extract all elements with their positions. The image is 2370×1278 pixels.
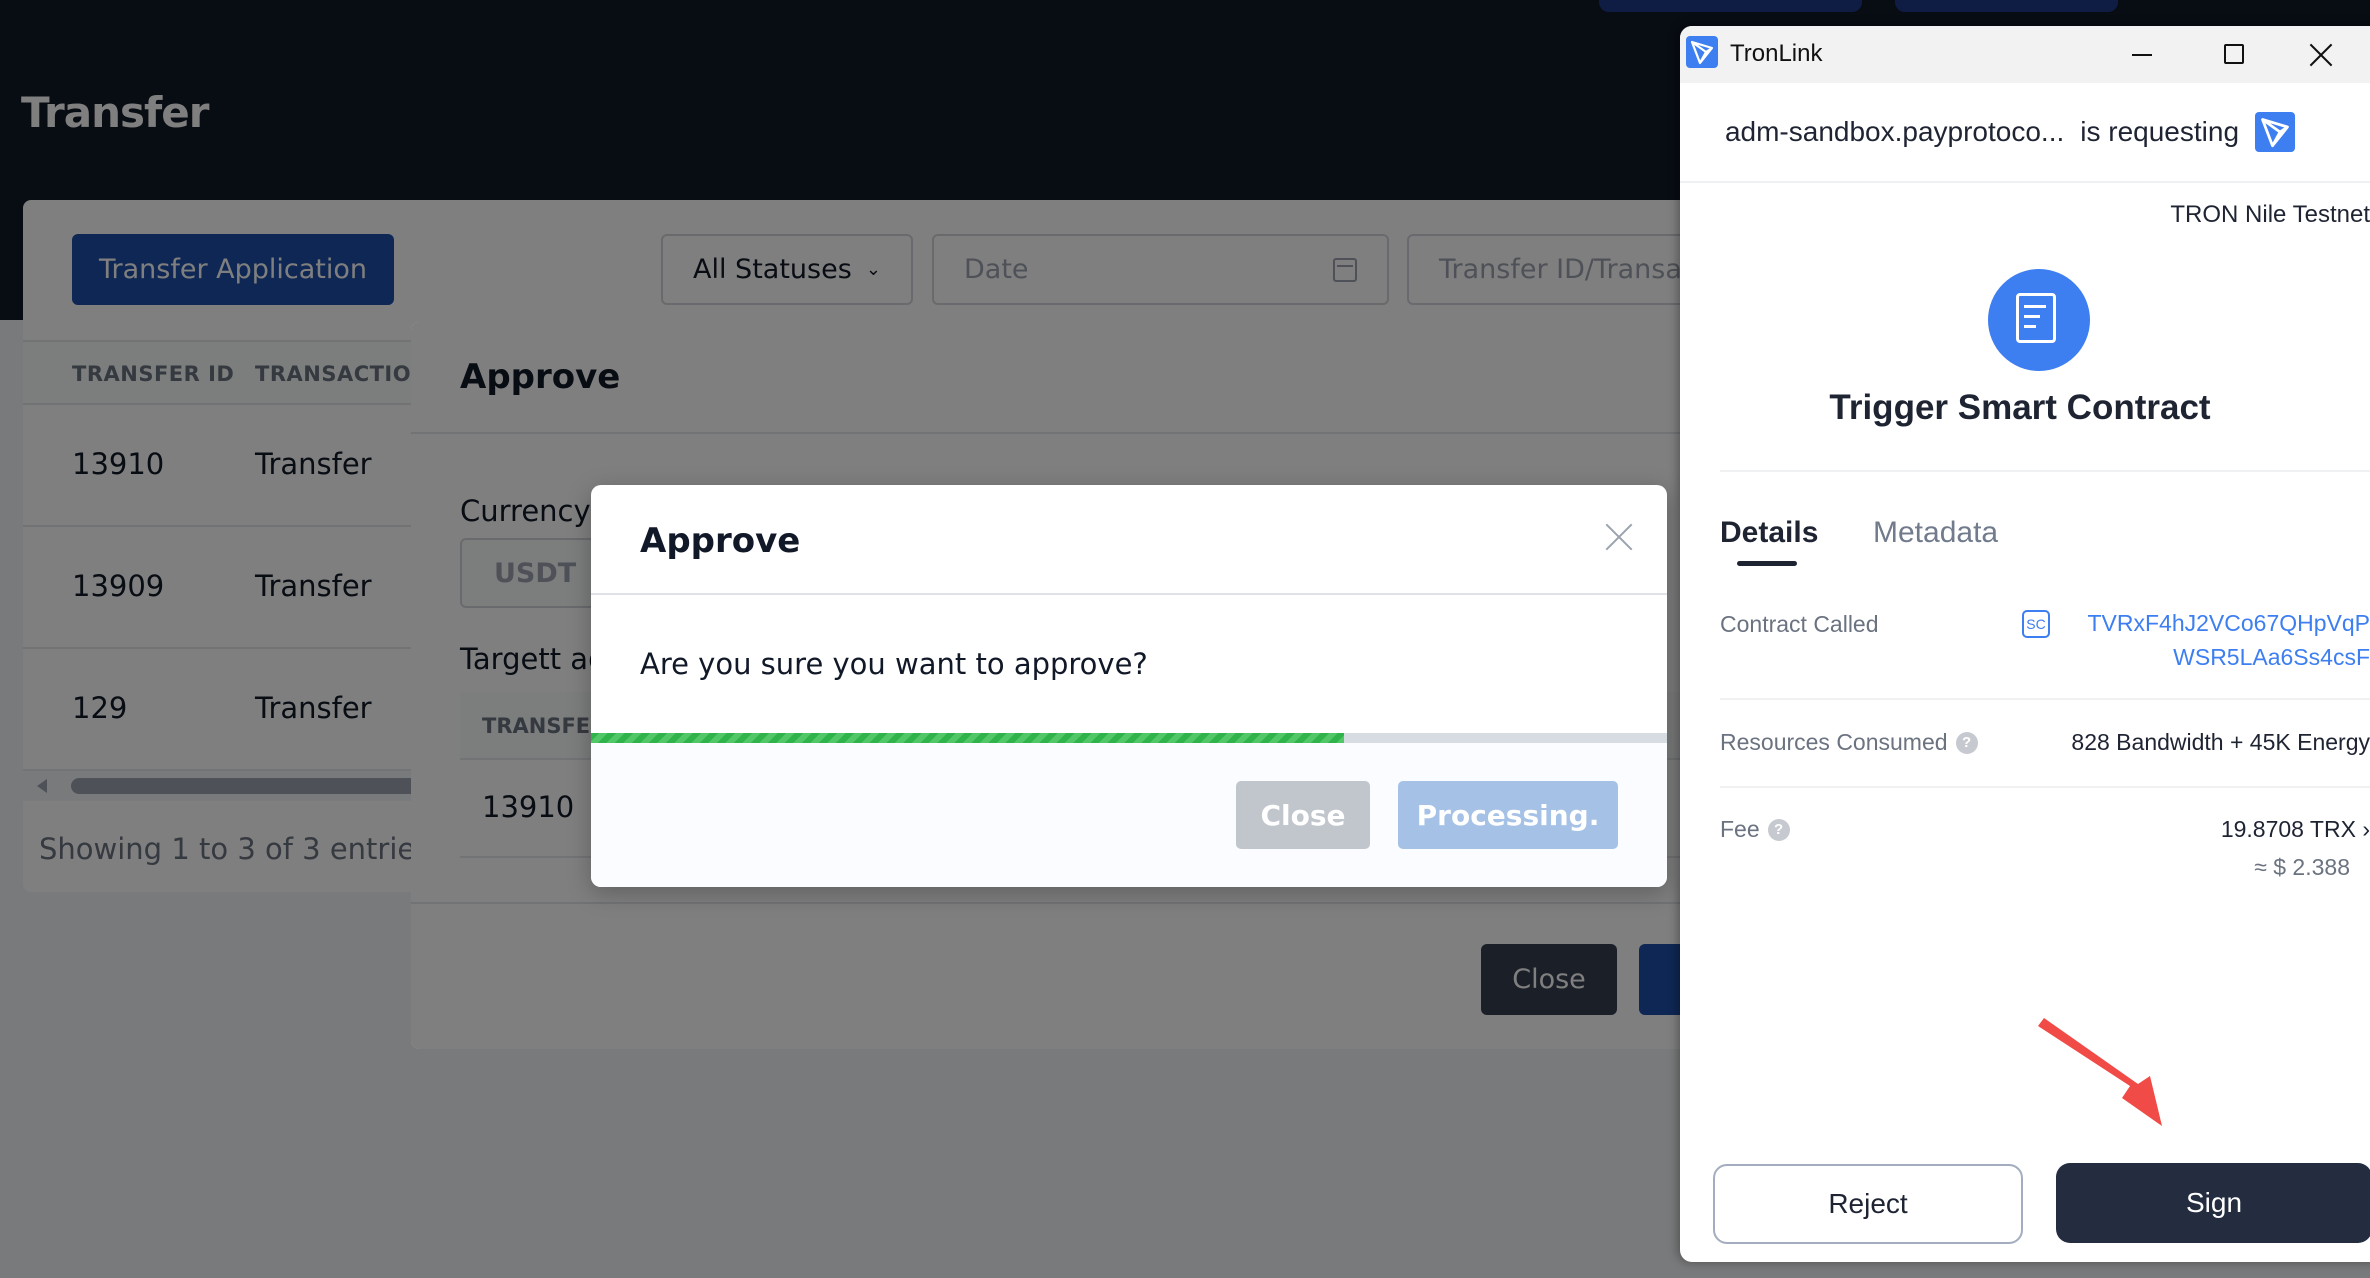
- close-icon[interactable]: [2306, 40, 2336, 70]
- network-label: TRON Nile Testnet: [2170, 201, 2370, 228]
- progress-bar-fill: [591, 733, 1345, 743]
- requesting-text: is requesting: [2080, 116, 2240, 147]
- request-origin: adm-sandbox.payprotoco... is requesting: [1680, 83, 2370, 183]
- contract-called-label: Contract Called: [1720, 611, 1879, 637]
- fee-row: Fee ?: [1720, 816, 1790, 843]
- progress-bar: [591, 733, 1667, 743]
- sign-button[interactable]: Sign: [2056, 1163, 2370, 1243]
- tronlink-window: TronLink adm-sandbox.payprotoco... is re…: [1680, 26, 2370, 1262]
- help-icon[interactable]: ?: [1955, 731, 1978, 754]
- chevron-right-icon: ›: [2362, 816, 2370, 842]
- divider: [1720, 698, 2370, 700]
- modal-footer: Close Processing.: [591, 743, 1667, 887]
- annotation-arrow-icon: [2038, 1018, 2162, 1126]
- smart-contract-badge-icon: SC: [2022, 610, 2050, 638]
- confirm-message: Are you sure you want to approve?: [640, 647, 1148, 681]
- minimize-icon[interactable]: [2132, 54, 2152, 56]
- close-icon[interactable]: [1601, 519, 1637, 555]
- divider: [1720, 786, 2370, 788]
- maximize-icon[interactable]: [2224, 44, 2244, 64]
- approve-confirm-modal: Approve Are you sure you want to approve…: [591, 485, 1667, 887]
- divider: [1720, 470, 2370, 472]
- tronlink-logo-icon: [2255, 112, 2296, 152]
- requester-domain: adm-sandbox.payprotoco...: [1724, 116, 2065, 147]
- window-titlebar[interactable]: TronLink: [1680, 26, 2370, 83]
- resources-consumed-row: Resources Consumed ?: [1720, 729, 1978, 756]
- tronlink-logo-icon: [1686, 36, 1718, 68]
- smart-contract-icon: [1988, 269, 2090, 371]
- contract-address-line1: TVRxF4hJ2VCo67QHpVqP: [2087, 610, 2370, 636]
- tab-details[interactable]: Details: [1720, 516, 1818, 550]
- window-title: TronLink: [1730, 40, 1823, 67]
- contract-address-line2: WSR5LAa6Ss4csF: [2173, 644, 2370, 670]
- fee-label: Fee: [1720, 816, 1760, 842]
- fee-value-link[interactable]: 19.8708 TRX ›: [2221, 816, 2370, 843]
- fee-usd-value: ≈ $ 2.388: [2254, 854, 2350, 880]
- active-tab-indicator: [1737, 561, 1797, 566]
- action-title: Trigger Smart Contract: [1829, 388, 2211, 427]
- tab-metadata[interactable]: Metadata: [1873, 516, 1998, 550]
- modal-title: Approve: [640, 521, 801, 561]
- close-button[interactable]: Close: [1236, 781, 1370, 849]
- resources-consumed-value: 828 Bandwidth + 45K Energy: [2071, 729, 2370, 755]
- help-icon[interactable]: ?: [1767, 818, 1790, 841]
- contract-address-link[interactable]: TVRxF4hJ2VCo67QHpVqP WSR5LAa6Ss4csF: [2087, 606, 2370, 674]
- reject-button[interactable]: Reject: [1713, 1164, 2023, 1244]
- processing-button[interactable]: Processing.: [1398, 781, 1618, 849]
- fee-value: 19.8708 TRX: [2220, 816, 2356, 842]
- modal-header: Approve: [591, 485, 1667, 595]
- resources-consumed-label: Resources Consumed: [1720, 729, 1948, 755]
